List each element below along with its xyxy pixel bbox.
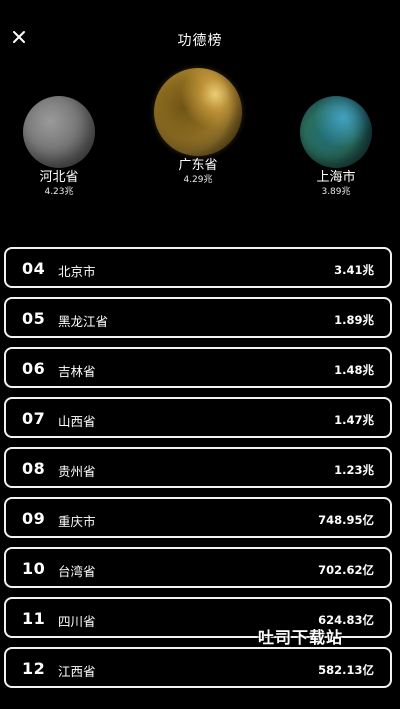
merit-value: 1.48兆 <box>334 363 374 377</box>
merit-value: 748.95亿 <box>318 513 374 527</box>
rank-number: 11 <box>22 609 46 628</box>
list-item[interactable]: 12 江西省 582.13亿 <box>4 647 392 688</box>
province-name: 重庆市 <box>58 514 96 529</box>
rank-number: 04 <box>22 259 46 278</box>
podium-value: 3.89兆 <box>321 187 351 197</box>
province-name: 台湾省 <box>58 564 96 579</box>
podium-item-third[interactable]: 上海市 3.89兆 <box>298 96 374 199</box>
podium-name: 河北省 <box>39 170 79 185</box>
podium-value: 4.23兆 <box>44 187 74 197</box>
list-item[interactable]: 10 台湾省 702.62亿 <box>4 547 392 588</box>
rank-number: 12 <box>22 659 46 678</box>
rank-number: 09 <box>22 509 46 528</box>
rank-number: 05 <box>22 309 46 328</box>
province-name: 山西省 <box>58 414 96 429</box>
province-name: 贵州省 <box>58 464 96 479</box>
province-name: 四川省 <box>58 614 96 629</box>
merit-value: 582.13亿 <box>318 663 374 677</box>
rank-number: 06 <box>22 359 46 378</box>
rank-number: 08 <box>22 459 46 478</box>
watermark: 吐司下载站 <box>258 628 344 647</box>
province-name: 黑龙江省 <box>58 314 109 329</box>
list-item[interactable]: 06 吉林省 1.48兆 <box>4 347 392 388</box>
podium-value: 4.29兆 <box>183 175 213 185</box>
rank-number: 07 <box>22 409 46 428</box>
province-name: 吉林省 <box>58 364 96 379</box>
list-item[interactable]: 09 重庆市 748.95亿 <box>4 497 392 538</box>
province-name: 北京市 <box>58 264 96 279</box>
list-item[interactable]: 04 北京市 3.41兆 <box>4 247 392 288</box>
merit-value: 1.89兆 <box>334 313 374 327</box>
province-name: 江西省 <box>58 664 96 679</box>
podium-name: 上海市 <box>316 170 356 185</box>
merit-value: 702.62亿 <box>318 563 374 577</box>
page-title: 功德榜 <box>177 33 223 49</box>
list-item[interactable]: 07 山西省 1.47兆 <box>4 397 392 438</box>
merit-value: 1.47兆 <box>334 413 374 427</box>
list-item[interactable]: 05 黑龙江省 1.89兆 <box>4 297 392 338</box>
podium-name: 广东省 <box>178 158 218 173</box>
list-item[interactable]: 08 贵州省 1.23兆 <box>4 447 392 488</box>
podium-item-second[interactable]: 河北省 4.23兆 <box>21 96 97 199</box>
podium-item-first[interactable]: 广东省 4.29兆 <box>152 68 244 187</box>
planet-icon <box>154 68 242 156</box>
merit-value: 3.41兆 <box>334 263 374 277</box>
podium: 河北省 4.23兆 广东省 4.29兆 上海市 3.89兆 <box>0 60 400 210</box>
merit-value: 1.23兆 <box>334 463 374 477</box>
planet-icon <box>300 96 372 168</box>
rank-number: 10 <box>22 559 46 578</box>
planet-icon <box>23 96 95 168</box>
